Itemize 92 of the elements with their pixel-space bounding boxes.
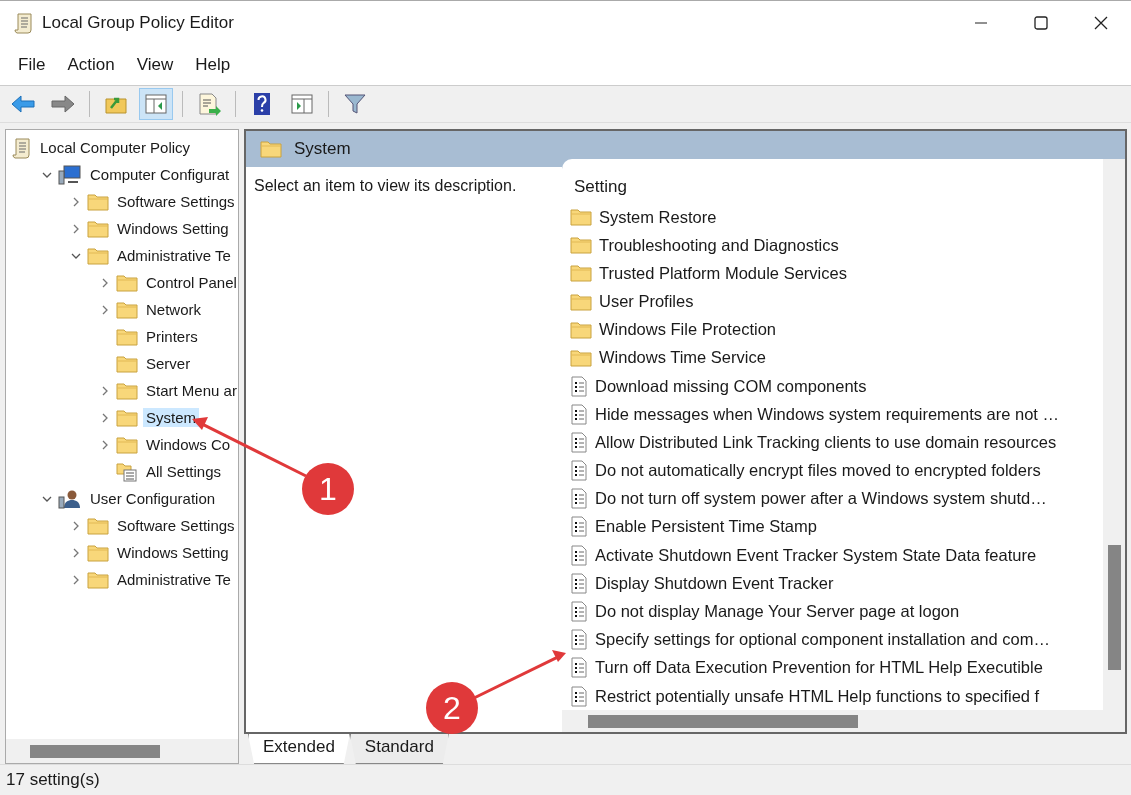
tree-item[interactable]: Start Menu ar xyxy=(143,381,238,400)
tree-item[interactable]: User Configuration xyxy=(87,489,219,508)
folder-icon xyxy=(570,292,592,311)
folder-icon xyxy=(116,273,138,292)
folder-icon xyxy=(116,408,138,427)
tree-item[interactable]: Administrative Te xyxy=(114,246,234,265)
collapse-chevron-icon[interactable] xyxy=(41,170,53,179)
settings-list-icon xyxy=(116,461,138,482)
policy-document-icon xyxy=(570,431,588,453)
computer-icon xyxy=(58,164,82,185)
menu-item[interactable]: Help xyxy=(185,51,241,79)
folder-icon xyxy=(87,543,109,562)
setting-item[interactable]: Do not automatically encrypt files moved to encrypted folders xyxy=(595,461,1041,481)
scroll-icon xyxy=(14,12,34,34)
folder-icon xyxy=(570,208,592,227)
tree-item[interactable]: System xyxy=(143,408,199,427)
setting-item[interactable]: Restrict potentially unsafe HTML Help functions to specified f xyxy=(595,686,1040,706)
menu-item[interactable]: File xyxy=(8,51,56,79)
window-title: Local Group Policy Editor xyxy=(42,13,234,33)
policy-document-icon xyxy=(570,516,588,538)
folder-icon xyxy=(116,381,138,400)
policy-document-icon xyxy=(570,375,588,397)
folder-icon xyxy=(87,570,109,589)
tree-item[interactable]: Printers xyxy=(143,327,201,346)
tree-item[interactable]: Network xyxy=(143,300,204,319)
view-tab[interactable]: Extended xyxy=(248,734,350,764)
menu-item[interactable]: View xyxy=(126,51,184,79)
view-tab[interactable]: Standard xyxy=(349,734,449,764)
tree-item[interactable]: Windows Setting xyxy=(114,543,232,562)
setting-item[interactable]: Do not display Manage Your Server page at logon xyxy=(595,602,960,621)
setting-item[interactable]: Hide messages when Windows system requirements are not … xyxy=(595,404,1060,424)
folder-icon xyxy=(116,354,138,373)
folder-icon xyxy=(116,327,138,346)
scrollbar-thumb[interactable] xyxy=(30,744,160,758)
setting-item[interactable]: Windows Time Service xyxy=(599,348,766,368)
folder-icon xyxy=(570,264,592,283)
column-header[interactable]: Setting xyxy=(574,177,627,196)
setting-item[interactable]: User Profiles xyxy=(599,292,694,312)
policy-document-icon xyxy=(570,403,588,425)
tree-item[interactable]: Software Settings xyxy=(114,192,238,211)
folder-icon xyxy=(570,320,592,339)
user-icon xyxy=(58,488,82,509)
tree-item[interactable]: Server xyxy=(143,354,194,373)
policy-document-icon xyxy=(570,685,588,707)
maximize-icon[interactable] xyxy=(1033,15,1049,31)
setting-item[interactable]: Display Shutdown Event Tracker xyxy=(595,573,834,593)
folder-icon xyxy=(116,300,138,319)
status-text: 17 setting(s) xyxy=(6,770,100,790)
folder-icon xyxy=(87,219,109,238)
tree-item[interactable]: Control Panel xyxy=(143,273,238,292)
setting-item[interactable]: Enable Persistent Time Stamp xyxy=(595,517,817,537)
folder-icon xyxy=(116,435,138,454)
setting-item[interactable]: Activate Shutdown Event Tracker System State Data feature xyxy=(595,545,1037,565)
tree-item[interactable]: Windows Setting xyxy=(114,219,232,238)
folder-icon xyxy=(260,140,282,158)
policy-document-icon xyxy=(570,572,588,594)
collapse-chevron-icon[interactable] xyxy=(70,251,82,260)
folder-icon xyxy=(87,516,109,535)
setting-item[interactable]: Troubleshooting and Diagnostics xyxy=(599,235,839,255)
setting-item[interactable]: Download missing COM components xyxy=(595,376,867,396)
policy-document-icon xyxy=(570,629,588,651)
tree-item[interactable]: Administrative Te xyxy=(114,570,234,589)
collapse-chevron-icon[interactable] xyxy=(41,494,53,503)
policy-document-icon xyxy=(570,544,588,566)
menu-item[interactable]: Action xyxy=(57,51,125,79)
tree-pane-icon[interactable] xyxy=(139,88,173,120)
setting-item[interactable]: Do not turn off system power after a Windows system shutd… xyxy=(595,489,1047,509)
setting-item[interactable]: System Restore xyxy=(599,207,717,227)
folder-icon xyxy=(87,246,109,265)
policy-document-icon xyxy=(570,601,588,622)
scrollbar-thumb[interactable] xyxy=(588,714,858,728)
scrollbar-thumb[interactable] xyxy=(1107,545,1121,670)
policy-document-icon xyxy=(570,657,588,679)
setting-item[interactable]: Windows File Protection xyxy=(599,320,776,340)
tree-item[interactable]: Local Computer Policy xyxy=(37,138,194,157)
folder-icon xyxy=(87,192,109,211)
setting-item[interactable]: Specify settings for optional component installation and com… xyxy=(595,630,1050,650)
scroll-icon xyxy=(12,136,32,159)
tree-item[interactable]: Software Settings xyxy=(114,516,238,535)
description-text: Select an item to view its description. xyxy=(254,177,517,194)
setting-item[interactable]: Allow Distributed Link Tracking clients to use domain resources xyxy=(595,432,1057,452)
policy-document-icon xyxy=(570,488,588,510)
folder-icon xyxy=(570,236,592,255)
tree-item[interactable]: All Settings xyxy=(143,462,225,481)
policy-document-icon xyxy=(570,460,588,482)
setting-item[interactable]: Trusted Platform Module Services xyxy=(599,263,847,283)
close-icon[interactable] xyxy=(1093,15,1109,31)
folder-icon xyxy=(570,348,592,367)
setting-item[interactable]: Turn off Data Execution Prevention for HTML Help Executible xyxy=(595,658,1043,678)
tree-item[interactable]: Computer Configurat xyxy=(87,165,233,184)
tree-item[interactable]: Windows Co xyxy=(143,435,234,454)
pane-heading: System xyxy=(294,139,351,159)
